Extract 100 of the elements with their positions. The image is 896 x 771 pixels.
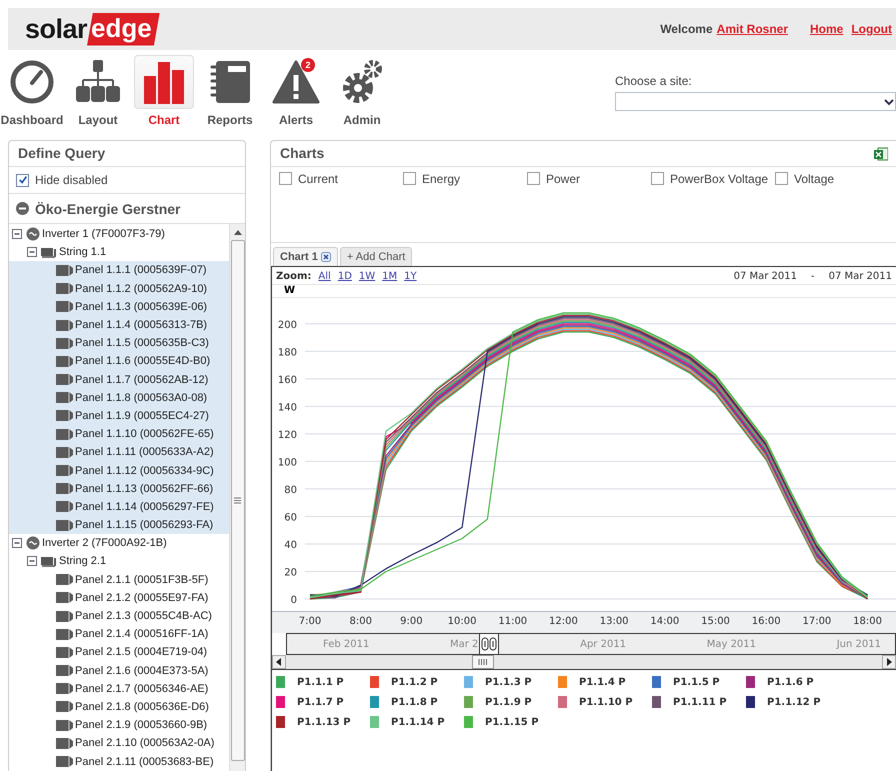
nav-button[interactable]: Layout — [68, 55, 128, 131]
zoom-link[interactable]: 1D — [338, 271, 352, 282]
zoom-link[interactable]: 1Y — [404, 271, 417, 282]
spreadsheet-icon[interactable] — [874, 146, 888, 160]
legend-label[interactable]: P1.1.2 P — [391, 676, 438, 688]
checkbox[interactable] — [775, 172, 788, 185]
tree-item[interactable]: Panel 2.1.9 (00053660-9B) — [9, 716, 229, 734]
solar-panel-icon — [56, 738, 73, 749]
header-link[interactable]: Logout — [851, 22, 892, 36]
checkbox-label: Power — [546, 172, 580, 186]
checkbox[interactable] — [279, 172, 292, 185]
tree-item[interactable]: Panel 2.1.11 (00053683-BE) — [9, 752, 229, 771]
solar-panel-icon — [56, 592, 73, 604]
x-tick-label: 15:00 — [701, 616, 730, 627]
tree-item[interactable]: Panel 1.1.6 (00055E4D-B0) — [9, 352, 229, 370]
tree-item[interactable]: Panel 1.1.15 (00056293-FA) — [9, 516, 229, 534]
tree-item[interactable]: Panel 1.1.14 (00056297-FE) — [9, 498, 229, 516]
solar-panel-icon — [56, 756, 73, 768]
logo-text: solar — [25, 14, 88, 44]
collapse-icon[interactable] — [27, 556, 37, 566]
legend-label[interactable]: P1.1.1 P — [297, 676, 344, 688]
tab[interactable]: Chart 1 — [273, 247, 338, 266]
panels-icon — [41, 246, 57, 258]
legend-label[interactable]: P1.1.11 P — [673, 696, 727, 708]
tree-item[interactable]: Panel 2.1.4 (000516FF-1A) — [9, 625, 229, 644]
tree-item[interactable]: Panel 1.1.12 (00056334-9C) — [9, 461, 229, 480]
scroll-thumb[interactable] — [472, 655, 494, 669]
tree-item[interactable]: Panel 2.1.3 (00055C4B-AC) — [9, 606, 229, 626]
tree-item[interactable]: Panel 1.1.9 (00055EC4-27) — [9, 406, 229, 426]
checkbox[interactable] — [16, 174, 29, 186]
legend-label[interactable]: P1.1.6 P — [767, 676, 814, 688]
nav-button[interactable]: Dashboard — [2, 55, 62, 131]
collapse-icon[interactable] — [12, 538, 22, 548]
solar-panel-icon — [56, 410, 73, 422]
tree-item[interactable]: Inverter 2 (7F000A92-1B) — [9, 534, 229, 552]
legend-label[interactable]: P1.1.5 P — [673, 676, 720, 688]
tree-item[interactable]: Panel 1.1.1 (0005639F-07) — [9, 261, 229, 280]
scroll-up-icon[interactable] — [234, 229, 242, 235]
tree-item[interactable]: Panel 1.1.5 (0005635B-C3) — [9, 334, 229, 352]
solar-panel-icon — [56, 446, 73, 458]
range-handle[interactable] — [479, 634, 500, 654]
legend-label[interactable]: P1.1.3 P — [485, 676, 532, 688]
nav-button[interactable]: Reports — [200, 55, 260, 131]
grip-icon — [481, 637, 498, 651]
month-label: May 2011 — [706, 638, 756, 650]
month-label: Apr 2011 — [580, 638, 626, 650]
checkbox-label: Current — [298, 172, 338, 186]
tree-item[interactable]: Panel 1.1.11 (0005633A-A2) — [9, 443, 229, 462]
tree-item[interactable]: Panel 1.1.13 (000562FF-66) — [9, 480, 229, 498]
x-tick-label: 14:00 — [650, 616, 680, 627]
scroll-thumb[interactable] — [230, 240, 244, 761]
solar-panel-icon — [56, 610, 73, 622]
checkbox[interactable] — [527, 172, 540, 185]
tree-item[interactable]: String 2.1 — [9, 552, 229, 571]
tree-item[interactable]: Panel 1.1.8 (000563A0-08) — [9, 388, 229, 407]
tree-item[interactable]: Panel 2.1.5 (0004E719-04) — [9, 643, 229, 662]
tree-item[interactable]: Panel 1.1.10 (000562FE-65) — [9, 425, 229, 444]
tree-item[interactable]: String 1.1 — [9, 243, 229, 262]
collapse-icon[interactable] — [27, 247, 37, 258]
x-tick-label: 17:00 — [802, 616, 832, 627]
collapse-circle-icon[interactable] — [16, 202, 29, 215]
scrollbar[interactable] — [272, 655, 896, 670]
tree-item[interactable]: Panel 2.1.6 (0004E373-5A) — [9, 662, 229, 680]
tree-item[interactable]: Panel 2.1.1 (00051F3B-5F) — [9, 570, 229, 589]
grip-icon — [478, 659, 488, 665]
user-link[interactable]: Amit Rosner — [716, 22, 788, 36]
checkbox[interactable] — [651, 172, 664, 185]
legend-label[interactable]: P1.1.10 P — [579, 696, 633, 708]
header-link[interactable]: Home — [810, 22, 844, 36]
scroll-right-icon[interactable] — [882, 655, 896, 669]
zoom-link[interactable]: All — [318, 271, 331, 282]
tree-item[interactable]: Panel 2.1.8 (0005636E-D6) — [9, 698, 229, 716]
nav-button[interactable]: Admin — [332, 55, 392, 131]
tree-item[interactable]: Panel 2.1.10 (000563A2-0A) — [9, 734, 229, 752]
y-tick-label: 160 — [278, 374, 297, 386]
tree-item[interactable]: Panel 2.1.2 (00055E97-FA) — [9, 588, 229, 607]
tree-item[interactable]: Panel 1.1.3 (0005639E-06) — [9, 298, 229, 316]
legend-label[interactable]: P1.1.12 P — [767, 696, 821, 708]
collapse-icon[interactable] — [12, 229, 22, 240]
legend-label[interactable]: P1.1.7 P — [297, 696, 344, 708]
tree-item[interactable]: Panel 1.1.7 (000562AB-12) — [9, 370, 229, 389]
legend-label[interactable]: P1.1.15 P — [485, 716, 539, 728]
zoom-link[interactable]: 1W — [358, 271, 376, 282]
checkbox[interactable] — [403, 172, 416, 185]
zoom-link[interactable]: 1M — [382, 271, 398, 282]
legend-label[interactable]: P1.1.8 P — [391, 696, 438, 708]
legend-label[interactable]: P1.1.9 P — [485, 696, 532, 708]
tree-item[interactable]: Panel 1.1.2 (000562A9-10) — [9, 280, 229, 298]
tree-item[interactable]: Panel 1.1.4 (00056313-7B) — [9, 316, 229, 334]
legend-label[interactable]: P1.1.14 P — [391, 716, 445, 728]
tree-item[interactable]: Panel 2.1.7 (00056346-AE) — [9, 680, 229, 698]
close-icon[interactable] — [320, 252, 331, 262]
nav-button[interactable]: 2 Alerts — [266, 55, 326, 131]
legend-label[interactable]: P1.1.13 P — [297, 716, 351, 728]
legend-label[interactable]: P1.1.4 P — [579, 676, 626, 688]
scroll-left-icon[interactable] — [272, 655, 286, 669]
tab[interactable]: + Add Chart — [340, 247, 412, 266]
y-tick-label: 100 — [278, 457, 297, 468]
solar-panel-icon — [56, 520, 73, 531]
tree-item[interactable]: Inverter 1 (7F0007F3-79) — [9, 225, 229, 244]
